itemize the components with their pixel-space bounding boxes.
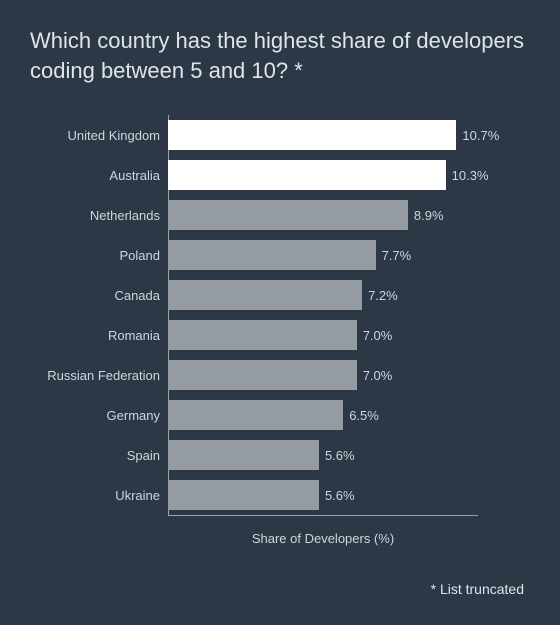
category-label: Canada — [40, 288, 168, 303]
bar-cell: 7.2% — [168, 275, 478, 315]
category-label: Germany — [40, 408, 168, 423]
bar-cell: 10.7% — [168, 115, 499, 155]
bar — [168, 280, 362, 310]
chart-title: Which country has the highest share of d… — [30, 26, 530, 85]
category-label: Poland — [40, 248, 168, 263]
bar-cell: 7.0% — [168, 315, 478, 355]
x-axis-label: Share of Developers (%) — [168, 531, 478, 546]
value-label: 10.7% — [462, 128, 499, 143]
category-label: United Kingdom — [40, 128, 168, 143]
bar-row: Spain 5.6% — [40, 435, 530, 475]
value-label: 7.7% — [382, 248, 412, 263]
bar — [168, 120, 456, 150]
value-label: 8.9% — [414, 208, 444, 223]
bar-cell: 7.0% — [168, 355, 478, 395]
footnote: * List truncated — [431, 581, 524, 597]
bar — [168, 360, 357, 390]
value-label: 6.5% — [349, 408, 379, 423]
bar-row: Romania 7.0% — [40, 315, 530, 355]
bar-cell: 8.9% — [168, 195, 478, 235]
value-label: 7.2% — [368, 288, 398, 303]
bar-cell: 7.7% — [168, 235, 478, 275]
value-label: 7.0% — [363, 328, 393, 343]
bar-row: Russian Federation 7.0% — [40, 355, 530, 395]
bar-series: United Kingdom 10.7% Australia 10.3% Netherl… — [40, 115, 530, 515]
category-label: Spain — [40, 448, 168, 463]
value-label: 5.6% — [325, 488, 355, 503]
category-label: Australia — [40, 168, 168, 183]
bar — [168, 400, 343, 430]
value-label: 5.6% — [325, 448, 355, 463]
x-axis-line — [168, 515, 478, 516]
bar — [168, 480, 319, 510]
bar-row: Canada 7.2% — [40, 275, 530, 315]
bar — [168, 320, 357, 350]
bar-cell: 5.6% — [168, 475, 478, 515]
bar-cell: 5.6% — [168, 435, 478, 475]
bar-chart: United Kingdom 10.7% Australia 10.3% Netherl… — [40, 115, 530, 515]
category-label: Romania — [40, 328, 168, 343]
chart-card: Which country has the highest share of d… — [0, 0, 560, 625]
bar-cell: 10.3% — [168, 155, 489, 195]
bar — [168, 160, 446, 190]
value-label: 10.3% — [452, 168, 489, 183]
category-label: Russian Federation — [40, 368, 168, 383]
bar-cell: 6.5% — [168, 395, 478, 435]
category-label: Ukraine — [40, 488, 168, 503]
bar — [168, 240, 376, 270]
bar-row: Ukraine 5.6% — [40, 475, 530, 515]
bar — [168, 440, 319, 470]
bar-row: Australia 10.3% — [40, 155, 530, 195]
category-label: Netherlands — [40, 208, 168, 223]
bar-row: Netherlands 8.9% — [40, 195, 530, 235]
value-label: 7.0% — [363, 368, 393, 383]
bar-row: Germany 6.5% — [40, 395, 530, 435]
bar-row: Poland 7.7% — [40, 235, 530, 275]
bar-row: United Kingdom 10.7% — [40, 115, 530, 155]
bar — [168, 200, 408, 230]
